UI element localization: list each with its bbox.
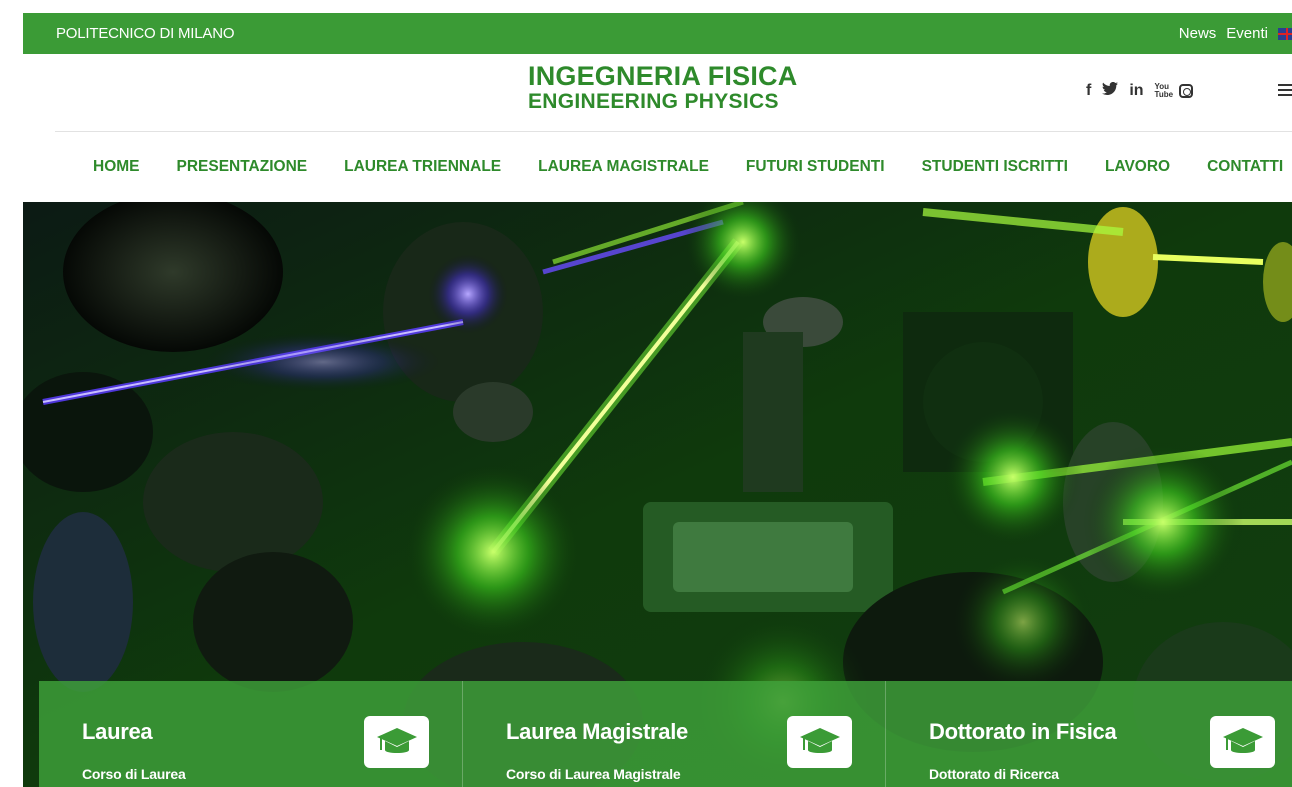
news-link[interactable]: News bbox=[1179, 25, 1217, 42]
graduation-cap-icon bbox=[1210, 716, 1275, 768]
top-bar: POLITECNICO DI MILANO News Eventi bbox=[23, 13, 1292, 54]
facebook-icon[interactable]: f bbox=[1086, 82, 1091, 100]
card-title: Dottorato in Fisica bbox=[929, 719, 1117, 744]
events-link[interactable]: Eventi bbox=[1226, 25, 1268, 42]
nav-contatti[interactable]: CONTATTI bbox=[1207, 158, 1283, 176]
graduation-cap-icon bbox=[787, 716, 852, 768]
card-laurea[interactable]: Laurea Corso di Laurea bbox=[39, 681, 463, 787]
nav-laurea-triennale[interactable]: LAUREA TRIENNALE bbox=[344, 158, 501, 176]
main-nav: HOME PRESENTAZIONE LAUREA TRIENNALE LAUR… bbox=[93, 158, 1283, 176]
card-title: Laurea bbox=[82, 719, 153, 744]
card-subtitle: Corso di Laurea Magistrale bbox=[506, 766, 681, 782]
twitter-icon[interactable] bbox=[1102, 81, 1119, 100]
card-title: Laurea Magistrale bbox=[506, 719, 688, 744]
nav-laurea-magistrale[interactable]: LAUREA MAGISTRALE bbox=[538, 158, 709, 176]
nav-presentazione[interactable]: PRESENTAZIONE bbox=[177, 158, 308, 176]
top-links: News Eventi bbox=[1179, 25, 1292, 42]
nav-futuri-studenti[interactable]: FUTURI STUDENTI bbox=[746, 158, 885, 176]
logo-title-italian: INGEGNERIA FISICA bbox=[528, 61, 798, 91]
program-cards: Laurea Corso di Laurea Laurea Magistrale… bbox=[39, 681, 1292, 787]
card-subtitle: Dottorato di Ricerca bbox=[929, 766, 1059, 782]
university-name[interactable]: POLITECNICO DI MILANO bbox=[56, 25, 235, 42]
linkedin-icon[interactable]: in bbox=[1129, 82, 1143, 100]
nav-lavoro[interactable]: LAVORO bbox=[1105, 158, 1170, 176]
youtube-icon[interactable]: You Tube bbox=[1155, 83, 1174, 99]
nav-home[interactable]: HOME bbox=[93, 158, 140, 176]
card-subtitle: Corso di Laurea bbox=[82, 766, 186, 782]
nav-studenti-iscritti[interactable]: STUDENTI ISCRITTI bbox=[922, 158, 1068, 176]
hamburger-icon[interactable] bbox=[1278, 84, 1292, 99]
site-logo[interactable]: INGEGNERIA FISICA ENGINEERING PHYSICS bbox=[528, 62, 828, 114]
header-divider bbox=[55, 131, 1292, 132]
card-dottorato[interactable]: Dottorato in Fisica Dottorato di Ricerca bbox=[886, 681, 1292, 787]
instagram-icon[interactable] bbox=[1178, 84, 1193, 98]
logo-title-english: ENGINEERING PHYSICS bbox=[528, 90, 779, 113]
graduation-cap-icon bbox=[364, 716, 429, 768]
card-laurea-magistrale[interactable]: Laurea Magistrale Corso di Laurea Magist… bbox=[463, 681, 886, 787]
social-links: f in You Tube bbox=[1086, 81, 1193, 100]
uk-flag-icon[interactable] bbox=[1278, 27, 1292, 40]
